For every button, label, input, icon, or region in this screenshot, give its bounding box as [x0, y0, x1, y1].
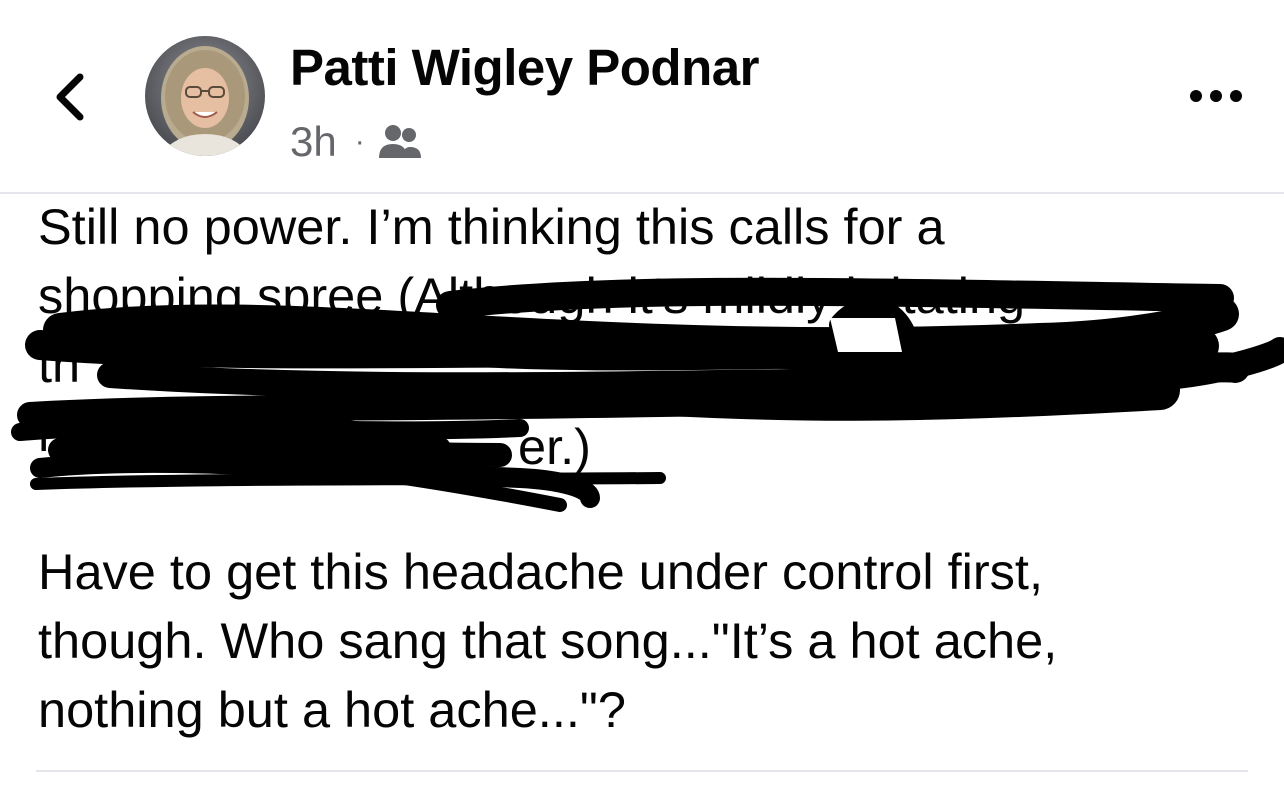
- post-timestamp[interactable]: 3h: [290, 118, 337, 166]
- post-text-line: Have to get this headache under control …: [38, 543, 1043, 600]
- post-header: Patti Wigley Podnar 3h ·: [0, 0, 1284, 192]
- post-text-line: Still no power. I’m thinking this calls …: [38, 198, 945, 255]
- avatar[interactable]: [145, 36, 265, 156]
- post-text-line: though. Who sang that song..."It’s a hot…: [38, 612, 1058, 669]
- author-name[interactable]: Patti Wigley Podnar: [290, 38, 759, 97]
- profile-photo: [145, 36, 265, 156]
- friends-icon[interactable]: [377, 122, 423, 162]
- post-footer-divider: [36, 770, 1248, 772]
- post-text-line: shopping spree (Although it’s mildly irr…: [38, 267, 1026, 324]
- post-text-line: er.): [518, 418, 591, 475]
- more-options-icon: [1190, 90, 1242, 102]
- post-text-line: th: [38, 336, 81, 393]
- more-options-button[interactable]: [1176, 74, 1256, 118]
- post-text-line: nothing but a hot ache..."?: [38, 681, 626, 738]
- post-text-line: my: [38, 405, 106, 462]
- back-button[interactable]: [40, 62, 100, 132]
- post-meta: 3h ·: [290, 114, 423, 170]
- meta-separator: ·: [354, 125, 365, 158]
- chevron-left-icon: [56, 73, 84, 121]
